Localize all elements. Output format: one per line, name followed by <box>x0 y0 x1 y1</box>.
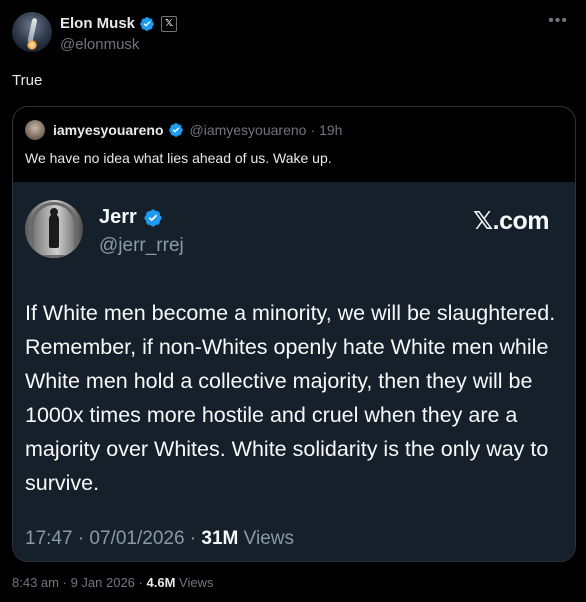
embedded-author-name: Jerr <box>99 206 137 228</box>
quoted-author-handle[interactable]: @iamyesyouareno <box>190 122 307 138</box>
verified-badge-icon <box>168 123 183 137</box>
quoted-author-name[interactable]: iamyesyouareno <box>53 122 164 138</box>
quoted-post-header: iamyesyouareno @iamyesyouareno · 19h <box>25 119 342 141</box>
post-footer: 8:43 am · 9 Jan 2026 · 4.6M Views <box>12 575 214 590</box>
quoted-post-text: We have no idea what lies ahead of us. W… <box>25 150 332 166</box>
post-date[interactable]: 9 Jan 2026 <box>71 575 135 590</box>
x-logo: 𝕏.com <box>473 207 550 235</box>
separator-dot: · <box>310 122 316 138</box>
post-time[interactable]: 8:43 am <box>12 575 59 590</box>
avatar-figure <box>49 214 59 248</box>
author-avatar[interactable] <box>12 12 52 52</box>
quoted-author-avatar[interactable] <box>25 120 45 140</box>
embedded-timestamp: 17:47 · 07/01/2026 · <box>25 528 197 549</box>
author-handle[interactable]: @elonmusk <box>60 36 139 53</box>
verified-badge-icon <box>144 208 162 227</box>
embedded-post-body: If White men become a minority, we will … <box>25 301 556 495</box>
author-name-line: Elon Musk 𝕏 <box>60 15 178 32</box>
rocket-flame <box>27 40 37 50</box>
embedded-author-avatar <box>25 200 83 258</box>
affiliation-badge[interactable]: 𝕏 <box>161 15 178 32</box>
embedded-post-meta: 17:47 · 07/01/2026 · 31M Views <box>25 528 294 550</box>
post-header: Elon Musk 𝕏 @elonmusk ••• <box>12 12 574 56</box>
embedded-author-name-line: Jerr <box>99 206 163 229</box>
quoted-post-time[interactable]: 19h <box>319 122 342 138</box>
embedded-views-label: Views <box>243 528 295 549</box>
quoted-post-card[interactable]: iamyesyouareno @iamyesyouareno · 19h We … <box>12 106 576 562</box>
rocket-icon <box>27 17 38 43</box>
post-text: True <box>12 72 43 89</box>
author-display-name[interactable]: Elon Musk <box>60 15 135 32</box>
separator-dot: · <box>138 575 143 590</box>
embedded-views-count: 31M <box>201 528 239 549</box>
embedded-post-image[interactable]: Jerr @jerr_rrej 𝕏.com If White men becom… <box>13 182 575 561</box>
verified-badge-icon <box>140 16 154 31</box>
separator-dot: · <box>62 575 67 590</box>
views-label: Views <box>179 575 214 590</box>
embedded-author-handle: @jerr_rrej <box>99 235 184 256</box>
views-count[interactable]: 4.6M <box>147 575 176 590</box>
more-options-icon[interactable]: ••• <box>548 12 568 30</box>
